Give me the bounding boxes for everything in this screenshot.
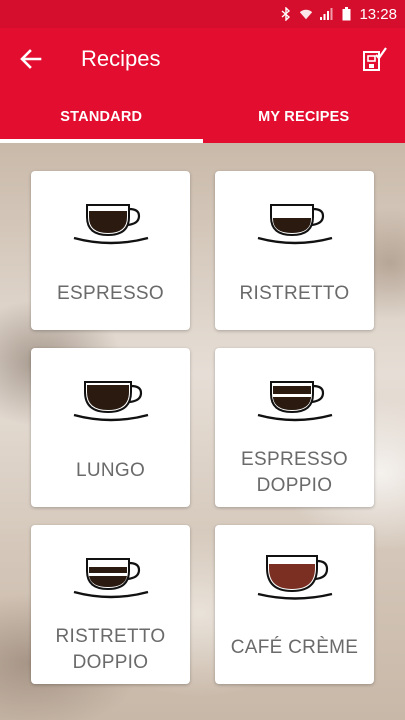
recipe-card-ristretto[interactable]: RISTRETTO	[215, 171, 374, 330]
back-arrow-icon	[20, 49, 42, 69]
recipe-card-espresso-doppio[interactable]: ESPRESSO DOPPIO	[215, 348, 374, 507]
tab-my-recipes[interactable]: MY RECIPES	[203, 90, 405, 143]
tab-standard-label: STANDARD	[60, 108, 143, 125]
status-time: 13:28	[359, 5, 397, 23]
recipe-name-line-2: DOPPIO	[256, 475, 333, 496]
recipe-card-ristretto-doppio[interactable]: RISTRETTO DOPPIO	[31, 525, 190, 684]
wifi-icon	[299, 7, 313, 21]
recipe-name-line-1: RISTRETTO	[55, 626, 166, 647]
status-bar: 13:28	[0, 0, 405, 28]
recipe-tabs: STANDARD MY RECIPES	[0, 90, 405, 143]
page-title: Recipes	[81, 46, 161, 71]
ristretto-cup-icon	[257, 204, 333, 245]
recipe-name: ESPRESSO	[57, 283, 164, 304]
recipe-name: ESPRESSO DOPPIO	[221, 447, 368, 499]
back-button[interactable]	[14, 43, 48, 75]
recipe-card-espresso[interactable]: ESPRESSO	[31, 171, 190, 330]
recipe-name: CAFÉ CRÈME	[230, 637, 359, 658]
ristretto-doppio-cup-icon	[73, 558, 149, 599]
tab-my-recipes-label: MY RECIPES	[258, 108, 350, 125]
lungo-cup-icon	[73, 381, 149, 422]
recipe-name-line-2: DOPPIO	[72, 652, 149, 673]
espresso-doppio-cup-icon	[257, 381, 333, 422]
coffee-machine-settings-button[interactable]	[357, 42, 391, 76]
coffee-machine-icon	[363, 47, 387, 71]
battery-icon	[339, 7, 353, 21]
cafe-creme-cup-icon	[257, 555, 333, 600]
recipe-name: RISTRETTO DOPPIO	[37, 624, 184, 676]
recipe-card-cafe-creme[interactable]: CAFÉ CRÈME	[215, 525, 374, 684]
espresso-cup-icon	[73, 204, 149, 245]
recipe-name: RISTRETTO	[239, 283, 350, 304]
recipe-card-lungo[interactable]: LUNGO	[31, 348, 190, 507]
recipe-name-line-1: ESPRESSO	[241, 449, 348, 470]
app-bar: Recipes	[0, 28, 405, 90]
bluetooth-icon	[279, 7, 293, 21]
signal-icon	[319, 7, 333, 21]
tab-standard[interactable]: STANDARD	[0, 90, 203, 143]
recipe-name: LUNGO	[75, 460, 146, 481]
